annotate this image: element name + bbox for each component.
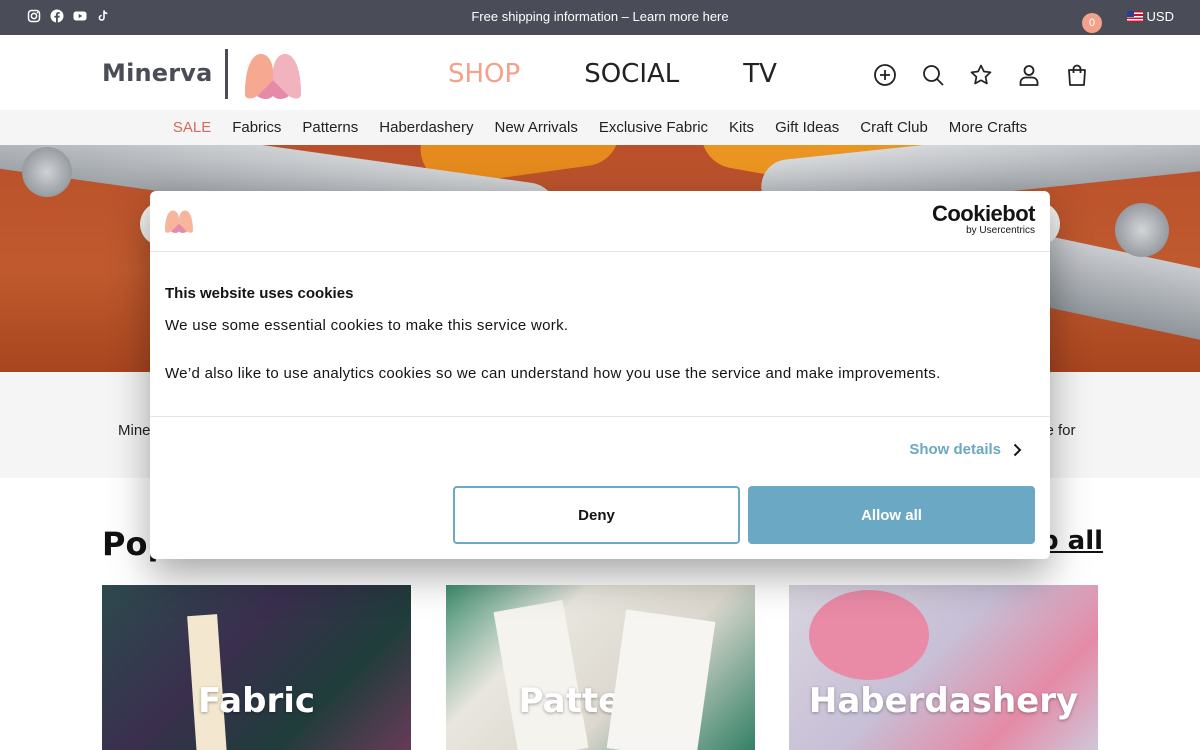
allow-all-button[interactable]: Allow all — [748, 486, 1035, 544]
cookie-dialog-title: This website uses cookies — [165, 285, 354, 302]
site-logo-icon — [165, 210, 193, 233]
cookie-essential-text: We use some essential cookies to make th… — [165, 317, 569, 334]
show-details-label: Show details — [909, 441, 1001, 458]
cookiebot-wordmark: Cookiebot — [931, 201, 1036, 226]
cookie-analytics-text: We’d also like to use analytics cookies … — [165, 365, 941, 382]
cookie-consent-dialog: Cookiebot by Usercentrics This website u… — [150, 191, 1050, 559]
cookiebot-subtitle: by Usercentrics — [966, 225, 1035, 236]
cookie-dialog-divider — [150, 416, 1050, 417]
cookie-dialog-header: Cookiebot by Usercentrics — [150, 191, 1050, 252]
cookiebot-logo[interactable]: Cookiebot by Usercentrics — [931, 201, 1036, 237]
deny-button[interactable]: Deny — [453, 486, 740, 544]
show-details-link[interactable]: Show details — [909, 441, 1022, 458]
chevron-right-icon — [1013, 443, 1022, 456]
